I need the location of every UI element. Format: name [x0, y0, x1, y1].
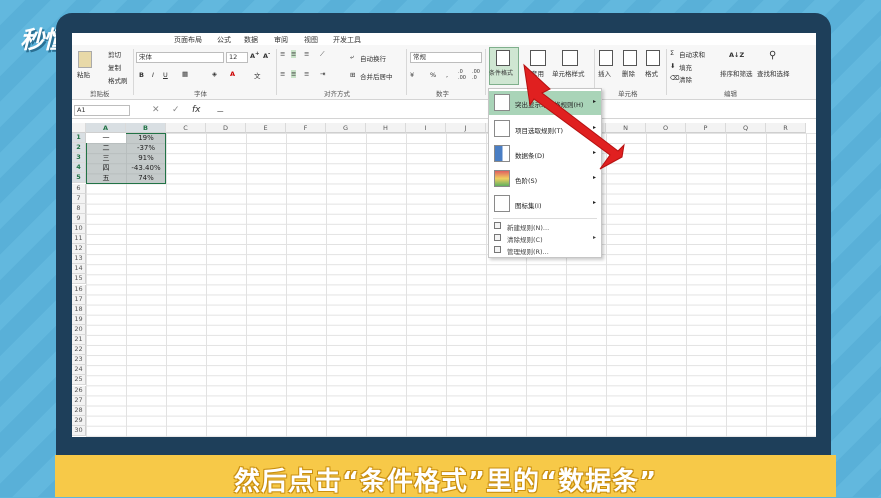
red-pointer-arrow-icon — [523, 63, 625, 170]
excel-window: 页面布局 公式 数据 审阅 视图 开发工具 粘贴 剪切 复制 格式刷 剪贴板 宋… — [72, 33, 816, 437]
caption-bar: 然后点击“条件格式”里的“数据条” — [55, 455, 836, 497]
caption-text: 然后点击“条件格式”里的“数据条” — [233, 467, 658, 497]
